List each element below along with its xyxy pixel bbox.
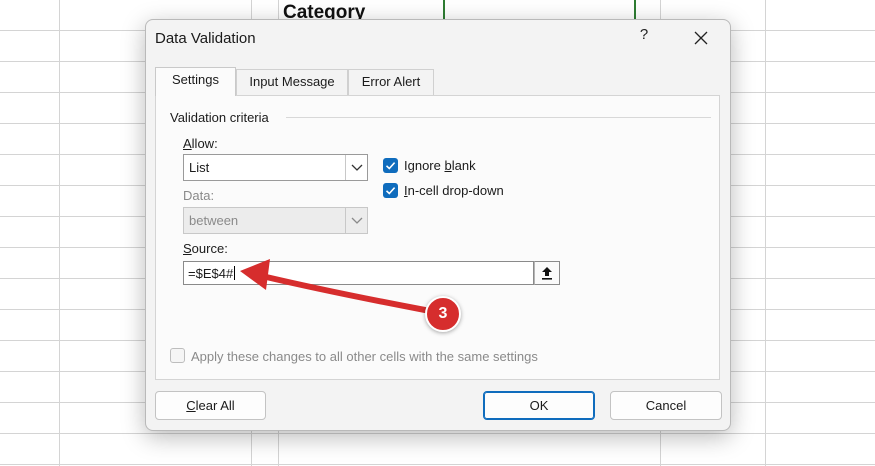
collapse-dialog-button[interactable]: [534, 261, 560, 285]
apply-to-all-label: Apply these changes to all other cells w…: [191, 349, 538, 364]
ok-button[interactable]: OK: [483, 391, 595, 420]
help-button[interactable]: ?: [634, 26, 654, 48]
source-input[interactable]: =$E$4#: [183, 261, 534, 285]
close-icon: [694, 31, 708, 45]
close-button[interactable]: [688, 26, 714, 50]
cancel-button[interactable]: Cancel: [610, 391, 722, 420]
chevron-down-icon: [345, 208, 367, 233]
ignore-blank-label[interactable]: Ignore blank: [404, 158, 476, 173]
upload-arrow-icon: [542, 267, 552, 280]
allow-dropdown[interactable]: List: [183, 154, 368, 181]
dialog-title: Data Validation: [155, 30, 256, 47]
in-cell-dropdown-checkbox[interactable]: [383, 183, 398, 198]
tab-error-alert[interactable]: Error Alert: [348, 69, 434, 95]
data-value: between: [189, 213, 239, 228]
group-divider: [286, 117, 711, 118]
data-label: Data:: [183, 188, 215, 203]
data-validation-dialog: Data Validation ? Settings Input Message…: [145, 19, 731, 431]
text-caret: [234, 266, 236, 280]
column-gridline: [59, 0, 60, 466]
data-dropdown: between: [183, 207, 368, 234]
tab-input-message[interactable]: Input Message: [236, 69, 348, 95]
checkmark-icon: [385, 187, 396, 195]
tab-settings[interactable]: Settings: [155, 67, 236, 96]
chevron-down-icon: [345, 155, 367, 180]
apply-to-all-checkbox[interactable]: [170, 348, 185, 363]
ignore-blank-checkbox[interactable]: [383, 158, 398, 173]
clear-all-button[interactable]: Clear All: [155, 391, 266, 420]
allow-value: List: [189, 160, 210, 175]
settings-panel: Validation criteria Allow: List Ignore b…: [155, 95, 720, 380]
source-value: =$E$4#: [188, 266, 236, 281]
column-border-highlight: [443, 0, 445, 20]
step-number-badge: 3: [425, 296, 461, 332]
column-border-highlight: [634, 0, 636, 20]
allow-label: Allow:: [183, 136, 218, 151]
checkmark-icon: [385, 162, 396, 170]
in-cell-dropdown-label[interactable]: In-cell drop-down: [404, 183, 504, 198]
source-label: Source:: [183, 241, 228, 256]
row-gridline: [0, 433, 875, 434]
row-gridline: [0, 464, 875, 465]
column-gridline: [765, 0, 766, 466]
validation-criteria-heading: Validation criteria: [170, 110, 269, 125]
